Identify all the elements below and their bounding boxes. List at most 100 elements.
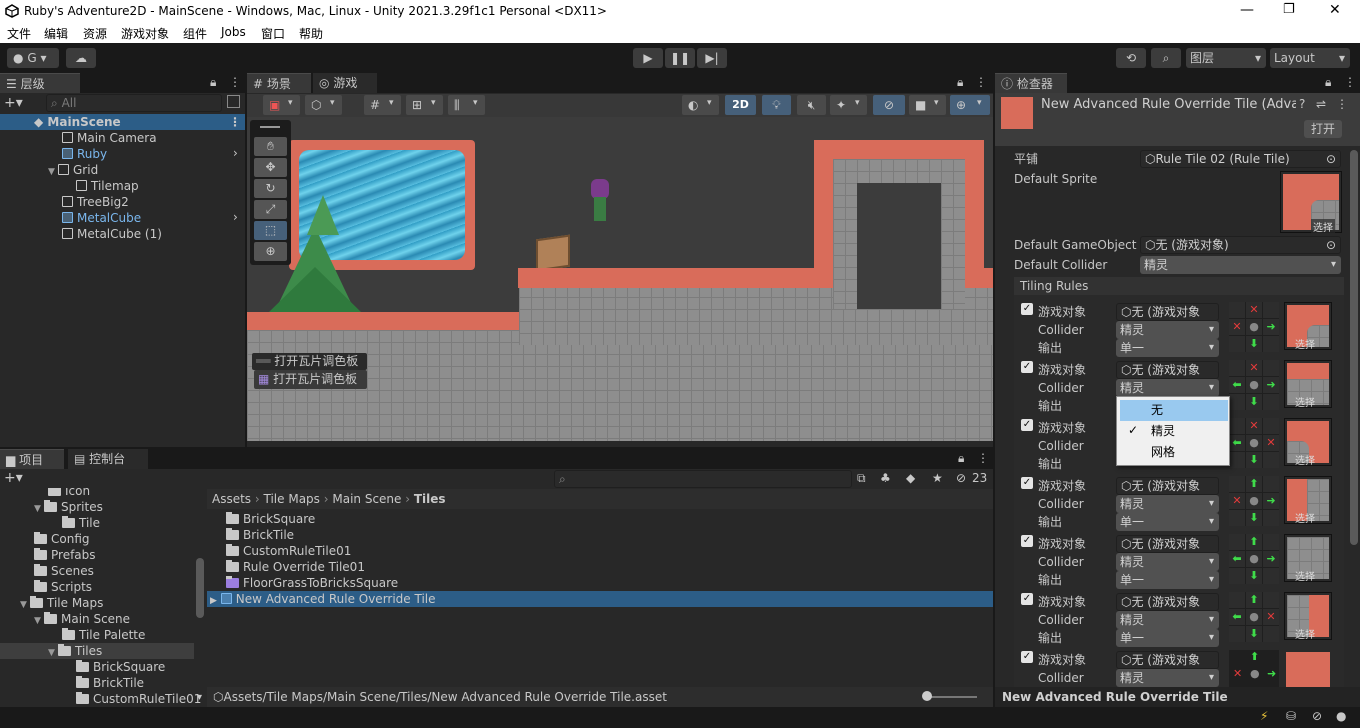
debug-icon[interactable]: ⊘ — [1312, 709, 1322, 723]
rule-checkbox[interactable]: ✓ — [1021, 477, 1033, 489]
rule-collider-dropdown[interactable]: 精灵 — [1116, 495, 1219, 513]
object-picker-icon[interactable]: ⊙ — [1326, 237, 1336, 253]
open-tile-palette-button[interactable]: ▦ 打开瓦片调色板 — [254, 370, 367, 389]
more-icon[interactable]: ⋮ — [229, 75, 241, 89]
tree-item[interactable]: ▼ Sprites — [34, 499, 103, 515]
tree-item[interactable]: Icon — [48, 488, 90, 499]
tab-hierarchy[interactable]: ☰ 层级 — [0, 73, 80, 93]
label-icon[interactable]: ◆ — [906, 471, 915, 485]
rule-sprite-field[interactable]: 选择 — [1284, 592, 1332, 641]
lock-icon[interactable]: 🔒︎ — [958, 451, 964, 466]
rule-neighbor-grid[interactable]: ⬆ ⬅ ● ✕ ⬇ — [1229, 592, 1279, 642]
audio-toggle[interactable]: 🔇︎ — [797, 95, 826, 115]
rule-output-dropdown[interactable]: 单一 — [1116, 339, 1219, 357]
default-collider-dropdown[interactable]: 精灵 — [1140, 256, 1341, 274]
hierarchy-search-input[interactable]: ⌕ All — [46, 94, 222, 112]
tiling-field[interactable]: ⬡Rule Tile 02 (Rule Tile) ⊙ — [1140, 150, 1341, 168]
tree-item[interactable]: CustomRuleTile01 — [76, 691, 201, 707]
hierarchy-scene-row[interactable]: ◆ MainScene ⋮ — [0, 114, 245, 130]
tree-item[interactable]: Prefabs — [34, 547, 96, 563]
select-label[interactable]: 选择 — [1295, 626, 1315, 641]
drag-handle[interactable] — [260, 126, 280, 128]
asset-item[interactable]: BrickSquare — [226, 511, 315, 527]
hierarchy-filter-icon[interactable] — [227, 95, 240, 108]
select-label[interactable]: 选择 — [1295, 510, 1315, 525]
draw-mode-button[interactable]: ▣ ▾ — [263, 95, 300, 115]
performance-icon[interactable]: ⚡︎ — [1260, 709, 1268, 723]
layers-dropdown[interactable]: 图层 ▾ — [1186, 48, 1266, 68]
tree-item[interactable]: Tile — [62, 515, 100, 531]
lighting-toggle[interactable]: 💡︎ — [762, 95, 791, 115]
rule-checkbox[interactable]: ✓ — [1021, 651, 1033, 663]
increment-snap-button[interactable]: ⫼ ▾ — [448, 95, 485, 115]
help-icon[interactable]: ? — [1299, 97, 1305, 111]
select-label[interactable]: 选择 — [1295, 452, 1315, 467]
tab-inspector[interactable]: ⓘ 检查器 — [995, 73, 1067, 93]
hierarchy-item[interactable]: ▼ Grid — [48, 162, 98, 178]
rule-collider-dropdown[interactable]: 精灵 — [1116, 611, 1219, 629]
rule-checkbox[interactable]: ✓ — [1021, 593, 1033, 605]
rule-sprite-field[interactable]: 选择 — [1284, 418, 1332, 467]
tab-game[interactable]: ◎ 游戏 — [313, 73, 377, 93]
rule-sprite-field[interactable]: 选择 — [1284, 476, 1332, 525]
rule-go-field[interactable]: ⬡无 (游戏对象 — [1116, 477, 1219, 495]
menu-jobs[interactable]: Jobs — [221, 25, 246, 39]
select-label[interactable]: 选择 — [1295, 394, 1315, 409]
rule-checkbox[interactable]: ✓ — [1021, 361, 1033, 373]
cloud-button[interactable]: ☁ — [66, 48, 96, 68]
rule-go-field[interactable]: ⬡无 (游戏对象 — [1116, 651, 1219, 669]
scene-viewport[interactable] — [247, 117, 993, 441]
breadcrumb-item[interactable]: Tiles — [414, 492, 446, 506]
tree-item[interactable]: BrickSquare — [76, 659, 165, 675]
lock-icon[interactable]: 🔒︎ — [1325, 75, 1331, 90]
tree-item[interactable]: ▼ Tile Maps — [20, 595, 103, 611]
breadcrumb-item[interactable]: Tile Maps — [264, 492, 320, 506]
breadcrumb-item[interactable]: Main Scene — [332, 492, 401, 506]
tile-palette-overlay-header[interactable]: ══ 打开瓦片调色板 — [252, 353, 367, 370]
create-asset-button[interactable]: +▾ — [4, 470, 23, 486]
hierarchy-item[interactable]: TreeBig2 — [62, 194, 129, 210]
tree-item[interactable]: Config — [34, 531, 90, 547]
rule-checkbox[interactable]: ✓ — [1021, 535, 1033, 547]
hierarchy-item[interactable]: MetalCube (1) — [62, 226, 162, 242]
default-sprite-field[interactable]: 选择 — [1280, 171, 1342, 234]
zoom-slider[interactable] — [925, 696, 977, 698]
select-label[interactable]: 选择 — [1311, 219, 1335, 234]
tree-item[interactable]: Scenes — [34, 563, 94, 579]
rule-go-field[interactable]: ⬡无 (游戏对象 — [1116, 593, 1219, 611]
pause-button[interactable]: ❚❚ — [665, 48, 695, 68]
more-icon[interactable]: ⋮ — [229, 114, 241, 130]
rule-output-dropdown[interactable]: 单一 — [1116, 571, 1219, 589]
menu-gameobject[interactable]: 游戏对象 — [121, 25, 169, 42]
asset-item[interactable]: CustomRuleTile01 — [226, 543, 351, 559]
rule-go-field[interactable]: ⬡无 (游戏对象 — [1116, 535, 1219, 553]
hierarchy-item[interactable]: Main Camera — [62, 130, 157, 146]
dropdown-option-sprite[interactable]: 精灵 — [1120, 421, 1228, 442]
hand-tool-button[interactable]: ✋︎ — [254, 137, 287, 156]
default-gameobject-field[interactable]: ⬡无 (游戏对象) ⊙ — [1140, 236, 1341, 254]
tree-item[interactable]: ▼ Main Scene — [34, 611, 130, 627]
rule-go-field[interactable]: ⬡无 (游戏对象 — [1116, 303, 1219, 321]
grid-visibility-button[interactable]: ⊞ ▾ — [406, 95, 443, 115]
expand-arrow-icon[interactable]: ▼ — [34, 613, 44, 629]
tab-project[interactable]: ▆ 项目 — [0, 449, 64, 469]
layout-dropdown[interactable]: Layout ▾ — [1270, 48, 1350, 68]
close-icon[interactable]: ✕ — [1329, 2, 1341, 18]
expand-arrow-icon[interactable]: ▼ — [48, 164, 58, 180]
search-by-type-icon[interactable]: ⧉ — [857, 471, 866, 486]
favorite-icon[interactable]: ★ — [932, 471, 943, 485]
chevron-right-icon[interactable]: › — [233, 146, 238, 160]
history-button[interactable]: ⟲ — [1116, 48, 1146, 68]
settings-slider-icon[interactable]: ⇌ — [1316, 97, 1326, 111]
menu-component[interactable]: 组件 — [183, 25, 207, 42]
asset-item-selected[interactable]: ▶ New Advanced Rule Override Tile — [207, 591, 993, 607]
grid-snap-button[interactable]: # ▾ — [364, 95, 401, 115]
tree-scrollbar[interactable] — [196, 558, 204, 618]
hierarchy-item[interactable]: Ruby — [62, 146, 107, 162]
tab-console[interactable]: ▤ 控制台 — [68, 449, 148, 469]
rule-checkbox[interactable]: ✓ — [1021, 419, 1033, 431]
dropdown-option-none[interactable]: 无 — [1120, 400, 1228, 421]
expand-arrow-icon[interactable]: ▶ — [210, 596, 217, 606]
more-icon[interactable]: ⋮ — [1344, 75, 1356, 89]
rule-collider-dropdown[interactable]: 精灵 — [1116, 321, 1219, 339]
